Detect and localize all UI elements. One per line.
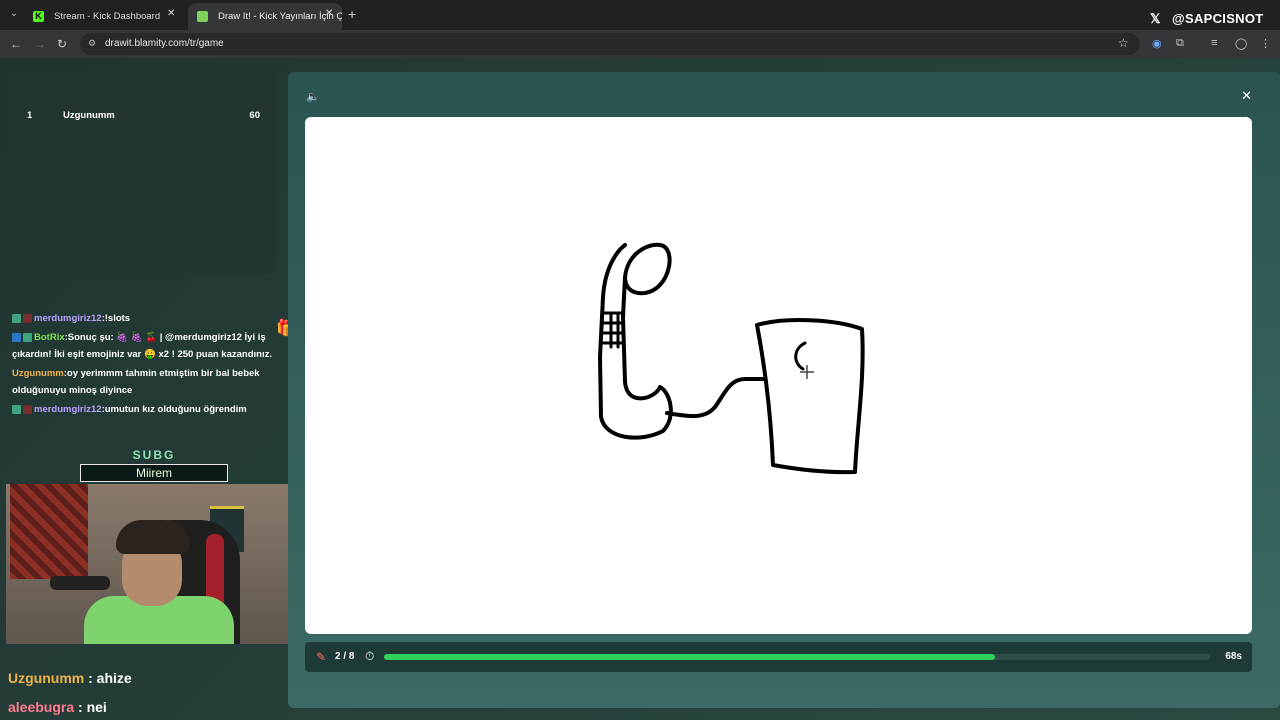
new-tab-icon[interactable]: + — [348, 6, 356, 22]
rank: 1 — [27, 110, 33, 121]
forward-icon[interactable]: → — [34, 37, 46, 51]
player-name: Uzgunumm — [63, 110, 115, 121]
drawit-icon — [197, 11, 208, 22]
game-panel: 🔈 ✕ ✎ 2 / 8 ⏱ 68s — [288, 72, 1280, 708]
chat-message: merdumgiriz12:!slots — [12, 310, 272, 327]
chat-sep: : — [84, 670, 97, 686]
drawing-canvas[interactable] — [305, 117, 1252, 634]
extensions-puzzle-icon[interactable]: ⧉ — [1176, 37, 1184, 50]
tab-label: Stream - Kick Dashboard — [54, 11, 161, 22]
media-icon[interactable]: ≡ — [1211, 37, 1217, 49]
chat-message: BotRix:Sonuç şu: 🍇 🍇 🍒 | @merdumgiriz12 … — [12, 329, 272, 363]
chat-user: merdumgiriz12 — [34, 404, 102, 415]
round-timer-bar: ✎ 2 / 8 ⏱ 68s — [305, 642, 1252, 672]
reload-icon[interactable]: ↻ — [57, 37, 67, 51]
leaderboard: 1 Uzgunumm 60 — [11, 72, 276, 274]
tab-kick-dashboard[interactable]: K Stream - Kick Dashboard — [24, 3, 184, 30]
bookmark-star-icon[interactable]: ☆ — [1118, 36, 1129, 50]
time-left: 68s — [1225, 651, 1242, 662]
stopwatch-icon: ⏱ — [365, 649, 375, 663]
close-tab-icon[interactable]: ✕ — [167, 8, 175, 19]
badge-icon — [12, 404, 21, 414]
bot-badge-icon — [12, 332, 21, 342]
chat-text: nei — [86, 699, 107, 715]
chat-text: ahize — [96, 670, 132, 686]
dial-stroke — [794, 341, 807, 371]
site-info-icon[interactable]: ⚙ — [88, 38, 98, 48]
chat-user: BotRix — [34, 332, 65, 343]
address-bar: ← → ↻ ⚙ drawit.blamity.com/tr/game — [0, 30, 1280, 58]
sub-alert-name: Miirem — [80, 464, 228, 482]
cord-stroke — [665, 377, 765, 419]
handset-grip — [600, 311, 625, 349]
chat-large-overlay: Uzgunumm : ahize aleebugra : nei — [8, 664, 132, 720]
sound-icon[interactable]: 🔈 — [306, 90, 320, 103]
time-progress-track — [384, 654, 1210, 660]
tab-search-icon[interactable]: ⌄ — [6, 6, 22, 22]
close-tab-icon[interactable]: ✕ — [325, 8, 333, 19]
chat-message: merdumgiriz12:umutun kız olduğunu öğrend… — [12, 401, 272, 418]
profile-icon[interactable]: ◯ — [1235, 37, 1247, 50]
base-stroke — [755, 318, 865, 475]
sub-alert: SUBG Miirem — [80, 448, 228, 482]
chat-message: aleebugra : nei — [8, 693, 132, 720]
badge-icon — [23, 332, 32, 342]
badge-icon — [12, 313, 21, 323]
extension-icon[interactable]: ◉ — [1152, 37, 1162, 50]
chat-user: aleebugra — [8, 699, 75, 715]
x-logo-icon: 𝕏 — [1150, 11, 1161, 26]
chat-user: merdumgiriz12 — [34, 313, 102, 324]
chat-text: umutun kız olduğunu öğrendim — [104, 404, 247, 415]
badge-icon — [23, 313, 32, 323]
browser-tab-bar: ⌄ K Stream - Kick Dashboard ✕ Draw It! -… — [0, 0, 1280, 30]
chat-user: Uzgunumm — [12, 368, 64, 379]
chat-message: Uzgunumm:oy yerimmm tahmin etmiştim bir … — [12, 365, 272, 399]
time-progress-fill — [384, 654, 996, 660]
kick-icon: K — [33, 11, 44, 22]
overlay-handle: 𝕏 @SAPCISNOT — [1150, 11, 1264, 27]
pencil-icon: ✎ — [316, 650, 327, 664]
url-input[interactable]: ⚙ drawit.blamity.com/tr/game — [80, 33, 1140, 55]
webcam-feed — [6, 484, 296, 644]
chat-overlay: merdumgiriz12:!slots BotRix:Sonuç şu: 🍇 … — [12, 310, 272, 420]
chat-text: !slots — [104, 313, 131, 324]
close-icon[interactable]: ✕ — [1241, 88, 1252, 104]
drawing — [598, 242, 865, 475]
chat-user: Uzgunumm — [8, 670, 85, 686]
handle-text: @SAPCISNOT — [1172, 11, 1264, 26]
player-score: 60 — [249, 110, 260, 121]
chat-message: Uzgunumm : ahize — [8, 664, 132, 693]
chat-sep: : — [74, 699, 87, 715]
tab-drawit[interactable]: Draw It! - Kick Yayınları İçin Çizim — [188, 3, 342, 30]
tab-label: Draw It! - Kick Yayınları İçin Çizim — [218, 11, 342, 22]
round-counter: 2 / 8 — [335, 651, 355, 662]
sub-alert-title: SUBG — [132, 448, 176, 462]
menu-icon[interactable]: ⋮ — [1260, 37, 1271, 50]
url-text: drawit.blamity.com/tr/game — [105, 38, 224, 49]
badge-icon — [23, 404, 32, 414]
page: 1 Uzgunumm 60 merdumgiriz12:!slots BotRi… — [0, 58, 1280, 720]
back-icon[interactable]: ← — [10, 37, 22, 51]
